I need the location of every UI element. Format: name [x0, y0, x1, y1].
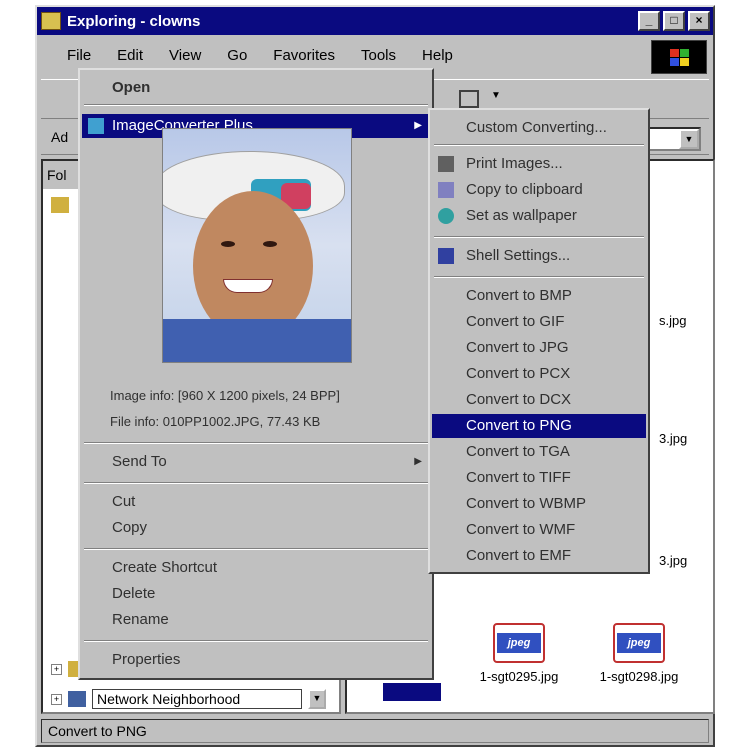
- imageconverter-submenu: Custom Converting... Print Images... Cop…: [428, 108, 650, 574]
- scroll-arrow-icon[interactable]: ▼: [308, 689, 326, 709]
- menu-item-properties[interactable]: Properties: [82, 648, 430, 672]
- menu-item-shell-settings[interactable]: Shell Settings...: [432, 244, 646, 268]
- wallpaper-icon: [438, 208, 454, 224]
- menu-item-delete[interactable]: Delete: [82, 582, 430, 606]
- network-neighborhood-label: Network Neighborhood: [92, 689, 302, 709]
- menu-item-custom-converting[interactable]: Custom Converting...: [432, 116, 646, 140]
- file-item[interactable]: jpeg 1-sgt0295.jpg: [459, 617, 579, 684]
- menu-item-convert-dcx[interactable]: Convert to DCX: [432, 388, 646, 412]
- selected-file-stub[interactable]: [383, 683, 441, 701]
- file-name-stub[interactable]: s.jpg: [659, 313, 686, 328]
- chevron-down-icon[interactable]: ▼: [491, 90, 501, 101]
- jpeg-file-icon: jpeg: [493, 617, 545, 671]
- clipboard-label: Copy to clipboard: [466, 181, 583, 198]
- clipboard-icon: [438, 182, 454, 198]
- menu-item-convert-png[interactable]: Convert to PNG: [432, 414, 646, 438]
- menu-separator: [84, 640, 428, 642]
- menu-item-create-shortcut[interactable]: Create Shortcut: [82, 556, 430, 580]
- context-menu: Open ImageConverter Plus ▶ Image info: […: [78, 68, 434, 680]
- menu-separator: [84, 482, 428, 484]
- expand-icon[interactable]: +: [51, 693, 62, 705]
- menu-item-copy[interactable]: Copy: [82, 516, 430, 540]
- file-name: 1-sgt0298.jpg: [599, 669, 679, 684]
- status-bar: Convert to PNG: [41, 719, 709, 743]
- menu-separator: [84, 548, 428, 550]
- menu-item-send-to[interactable]: Send To ▶: [82, 450, 430, 474]
- menu-bar: File Edit View Go Favorites Tools Help: [41, 41, 651, 69]
- wallpaper-label: Set as wallpaper: [466, 207, 577, 224]
- menu-item-set-wallpaper[interactable]: Set as wallpaper: [432, 204, 646, 228]
- dropdown-arrow-icon[interactable]: ▼: [679, 129, 699, 149]
- file-name-stub[interactable]: 3.jpg: [659, 553, 687, 568]
- send-to-label: Send To: [112, 453, 167, 470]
- menu-go[interactable]: Go: [227, 47, 247, 64]
- image-preview: [162, 128, 352, 363]
- menu-item-rename[interactable]: Rename: [82, 608, 430, 632]
- menu-item-cut[interactable]: Cut: [82, 490, 430, 514]
- menu-edit[interactable]: Edit: [117, 47, 143, 64]
- file-name: 1-sgt0295.jpg: [479, 669, 559, 684]
- menu-item-convert-wmf[interactable]: Convert to WMF: [432, 518, 646, 542]
- menu-item-copy-clipboard[interactable]: Copy to clipboard: [432, 178, 646, 202]
- views-icon[interactable]: [459, 90, 479, 108]
- network-icon: [68, 691, 86, 707]
- menu-tools[interactable]: Tools: [361, 47, 396, 64]
- expand-icon[interactable]: +: [51, 663, 62, 675]
- image-info: Image info: [960 X 1200 pixels, 24 BPP]: [110, 388, 340, 403]
- title-bar[interactable]: Exploring - clowns _ □ ×: [37, 7, 713, 35]
- folder-icon: [51, 197, 69, 213]
- submenu-arrow-icon: ▶: [414, 456, 422, 467]
- shell-label: Shell Settings...: [466, 247, 571, 264]
- menu-item-convert-emf[interactable]: Convert to EMF: [432, 544, 646, 568]
- tree-item[interactable]: [51, 197, 69, 213]
- menu-item-convert-bmp[interactable]: Convert to BMP: [432, 284, 646, 308]
- menu-separator: [84, 104, 428, 106]
- menu-item-convert-gif[interactable]: Convert to GIF: [432, 310, 646, 334]
- minimize-button[interactable]: _: [638, 11, 660, 31]
- menu-favorites[interactable]: Favorites: [273, 47, 335, 64]
- jpeg-file-icon: jpeg: [613, 617, 665, 671]
- menu-separator: [434, 144, 644, 146]
- file-name-stub[interactable]: 3.jpg: [659, 431, 687, 446]
- menu-item-open[interactable]: Open: [82, 76, 430, 100]
- menu-item-convert-pcx[interactable]: Convert to PCX: [432, 362, 646, 386]
- address-label: Ad: [51, 129, 69, 145]
- maximize-button[interactable]: □: [663, 11, 685, 31]
- printer-icon: [438, 156, 454, 172]
- menu-separator: [84, 442, 428, 444]
- file-info: File info: 010PP1002.JPG, 77.43 KB: [110, 414, 321, 429]
- menu-separator: [434, 236, 644, 238]
- settings-icon: [438, 248, 454, 264]
- menu-separator: [434, 276, 644, 278]
- window-title: Exploring - clowns: [67, 12, 201, 30]
- menu-item-print-images[interactable]: Print Images...: [432, 152, 646, 176]
- tree-item-network[interactable]: + Network Neighborhood ▼: [51, 689, 326, 709]
- menu-item-convert-jpg[interactable]: Convert to JPG: [432, 336, 646, 360]
- menu-item-convert-tiff[interactable]: Convert to TIFF: [432, 466, 646, 490]
- close-button[interactable]: ×: [688, 11, 710, 31]
- submenu-arrow-icon: ▶: [414, 120, 422, 131]
- folder-icon: [41, 12, 61, 30]
- menu-item-convert-tga[interactable]: Convert to TGA: [432, 440, 646, 464]
- imageconverter-icon: [88, 118, 104, 134]
- menu-item-convert-wbmp[interactable]: Convert to WBMP: [432, 492, 646, 516]
- menu-view[interactable]: View: [169, 47, 201, 64]
- menu-help[interactable]: Help: [422, 47, 453, 64]
- windows-logo-icon: [651, 40, 707, 74]
- address-combo[interactable]: ▼: [641, 127, 701, 151]
- file-item[interactable]: jpeg 1-sgt0298.jpg: [579, 617, 699, 684]
- print-label: Print Images...: [466, 155, 563, 172]
- menu-file[interactable]: File: [67, 47, 91, 64]
